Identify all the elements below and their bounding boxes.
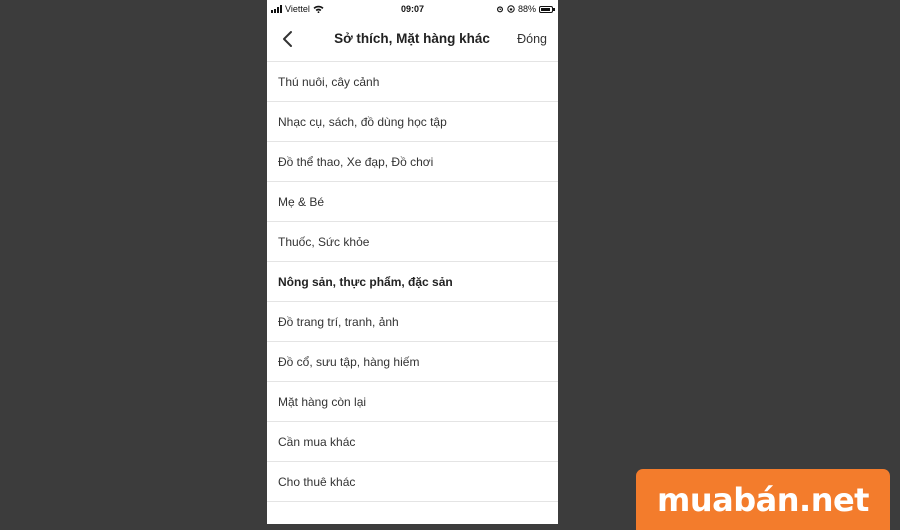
orientation-lock-icon: [507, 5, 515, 13]
navigation-bar: Sở thích, Mặt hàng khác Đóng: [267, 18, 558, 61]
list-item-label: Cho thuê khác: [278, 475, 356, 489]
list-item-label: Đồ trang trí, tranh, ảnh: [278, 315, 399, 329]
page-title: Sở thích, Mặt hàng khác: [334, 31, 490, 46]
alarm-icon: [496, 6, 503, 13]
list-item-label: Mẹ & Bé: [278, 195, 325, 209]
muaban-logo: muabán.net: [636, 469, 890, 530]
battery-icon: [539, 5, 555, 13]
close-button[interactable]: Đóng: [517, 32, 547, 46]
list-item-label: Đồ thể thao, Xe đạp, Đồ chơi: [278, 155, 434, 169]
list-item-label: Mặt hàng còn lại: [278, 395, 367, 409]
battery-fill: [541, 7, 550, 11]
list-item-label: Đồ cổ, sưu tập, hàng hiếm: [278, 355, 420, 369]
list-item[interactable]: Nhạc cụ, sách, đồ dùng học tập: [267, 101, 558, 141]
list-item[interactable]: Cần mua khác: [267, 421, 558, 461]
list-item[interactable]: Đồ trang trí, tranh, ảnh: [267, 301, 558, 341]
list-item[interactable]: Đồ thể thao, Xe đạp, Đồ chơi: [267, 141, 558, 181]
list-item-label: Cần mua khác: [278, 435, 356, 449]
list-item-label: Thú nuôi, cây cảnh: [278, 75, 380, 89]
list-divider: [267, 501, 558, 503]
battery-percent: 88%: [517, 4, 536, 14]
status-bar: Viettel 09:07 88%: [267, 0, 558, 18]
category-list: Thú nuôi, cây cảnh Nhạc cụ, sách, đồ dùng…: [267, 61, 558, 503]
status-right: 88%: [496, 4, 555, 14]
list-item[interactable]: Thú nuôi, cây cảnh: [267, 61, 558, 101]
list-item[interactable]: Cho thuê khác: [267, 461, 558, 501]
list-item-label: Nhạc cụ, sách, đồ dùng học tập: [278, 115, 447, 129]
list-item-label: Nông sản, thực phẩm, đặc sản: [278, 275, 453, 289]
list-item[interactable]: Đồ cổ, sưu tập, hàng hiếm: [267, 341, 558, 381]
list-item[interactable]: Nông sản, thực phẩm, đặc sản: [267, 261, 558, 301]
list-item[interactable]: Mẹ & Bé: [267, 181, 558, 221]
chevron-left-icon[interactable]: [277, 28, 299, 50]
logo-text: muabán.net: [657, 480, 869, 519]
list-item-label: Thuốc, Sức khỏe: [278, 235, 370, 249]
list-item[interactable]: Mặt hàng còn lại: [267, 381, 558, 421]
list-item[interactable]: Thuốc, Sức khỏe: [267, 221, 558, 261]
phone-screen: Viettel 09:07 88% Sở thích, Mặt hàng khá…: [267, 0, 558, 524]
